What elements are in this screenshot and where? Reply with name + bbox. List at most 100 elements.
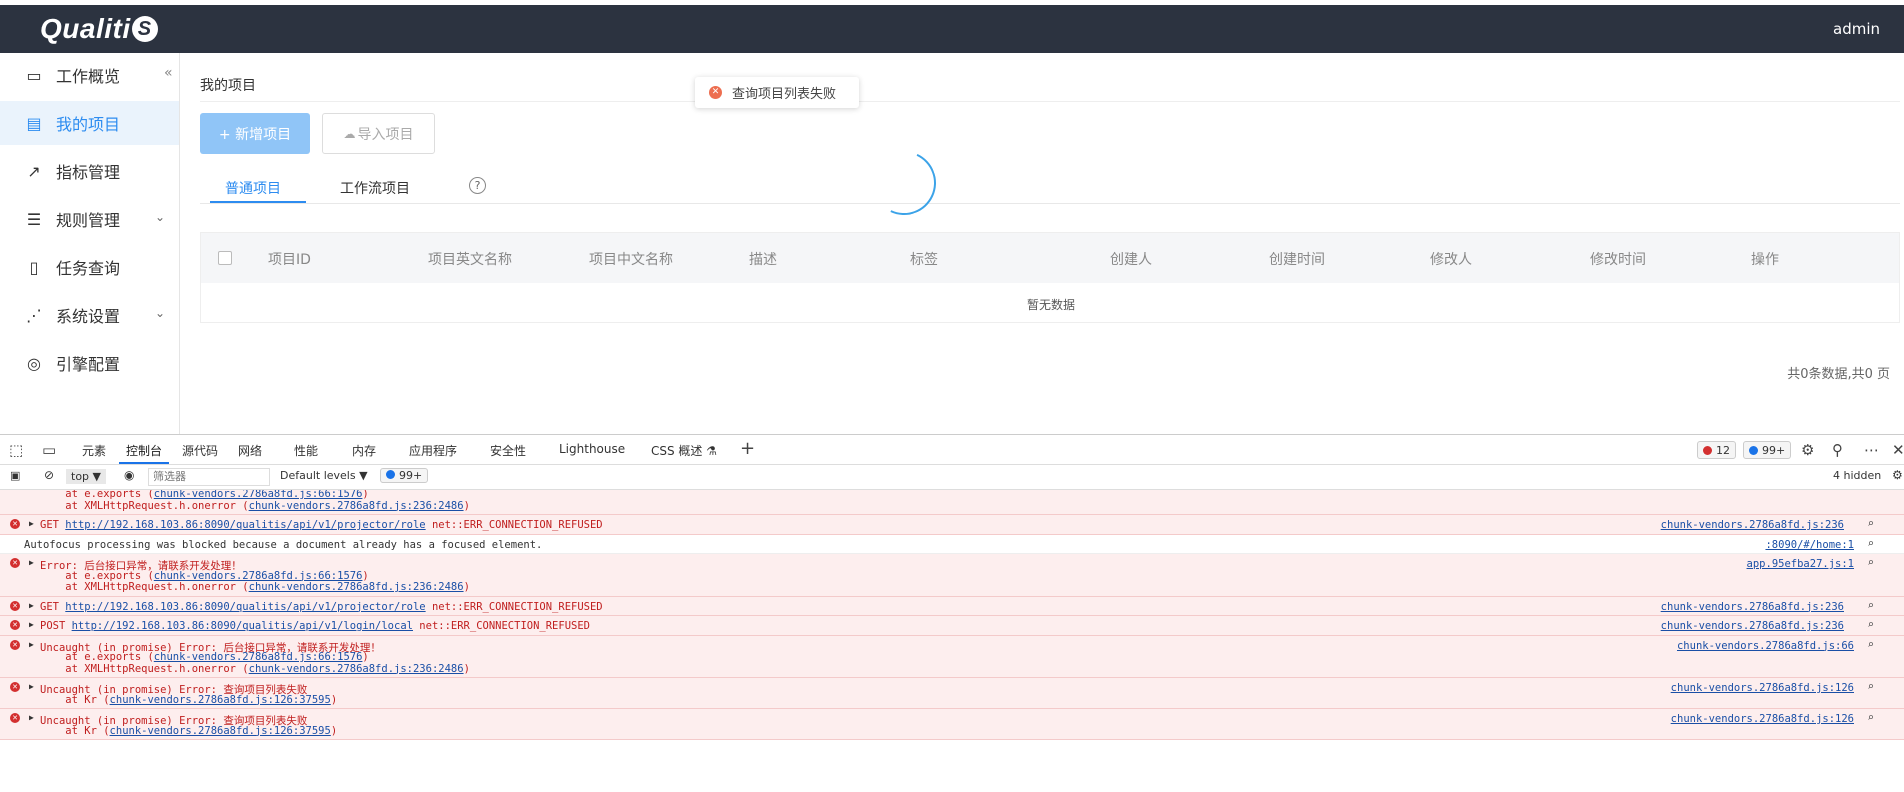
live-expression-eye-icon[interactable]: ◉: [124, 468, 134, 482]
layout-icon: ☰: [26, 209, 42, 229]
search-icon[interactable]: ⌕: [1867, 711, 1874, 724]
log-levels-value: Default levels: [280, 469, 356, 482]
sidebar-item-3[interactable]: ☰ 规则管理 ⌄: [0, 197, 179, 241]
source-link[interactable]: chunk-vendors.2786a8fd.js:126:37595: [110, 725, 331, 737]
sidebar-item-5[interactable]: ⋰ 系统设置 ⌄: [0, 293, 179, 337]
source-link[interactable]: chunk-vendors.2786a8fd.js:66:1576: [154, 490, 363, 500]
console-entry[interactable]: ✕ ▶ GET http://192.168.103.86:8090/qualiti…: [0, 515, 1904, 535]
console-entry[interactable]: ✕ ▶ Uncaught (in promise) Error: 查询项目列表失败 …: [0, 678, 1904, 709]
source-link[interactable]: app.95efba27.js:1: [1747, 558, 1854, 570]
console-log: at e.exports (chunk-vendors.2786a8fd.js:…: [0, 490, 1904, 792]
source-link[interactable]: chunk-vendors.2786a8fd.js:126: [1671, 713, 1854, 725]
search-icon[interactable]: ⌕: [1867, 517, 1874, 530]
source-link[interactable]: chunk-vendors.2786a8fd.js:236: [1661, 601, 1844, 613]
devtools-panel: ⬚ ▭ 元素 控制台 源代码 网络 性能 内存 应用程序 安全性 Lighthouse CSS 概…: [0, 434, 1904, 791]
console-entry[interactable]: at e.exports (chunk-vendors.2786a8fd.js:…: [0, 490, 1904, 515]
devtools-tab[interactable]: CSS 概述 ⚗: [651, 442, 717, 459]
source-link[interactable]: chunk-vendors.2786a8fd.js:236:2486: [249, 663, 464, 675]
devtools-tab[interactable]: Lighthouse: [559, 442, 625, 456]
sidebar-toggle-icon[interactable]: ▣: [10, 469, 20, 482]
sidebar-item-label: 任务查询: [56, 259, 121, 278]
source-link[interactable]: chunk-vendors.2786a8fd.js:236:2486: [249, 500, 464, 512]
source-link[interactable]: http://192.168.103.86:8090/qualitis/api/…: [65, 601, 425, 613]
sidebar-item-6[interactable]: ◎ 引擎配置: [0, 341, 179, 385]
devtools-tab[interactable]: 内存: [352, 442, 376, 459]
sidebar-item-4[interactable]: ▯ 任务查询: [0, 245, 179, 289]
import-project-button[interactable]: ☁ 导入项目: [322, 113, 435, 154]
log-levels-select[interactable]: Default levels ▼: [280, 469, 368, 482]
add-tab-icon[interactable]: +: [740, 438, 755, 459]
divider: [200, 101, 1900, 102]
search-icon[interactable]: ⌕: [1867, 556, 1874, 569]
customize-icon[interactable]: ⚲: [1832, 441, 1843, 459]
devtools-tab[interactable]: 网络: [238, 442, 262, 459]
info-count-badge[interactable]: 99+: [1743, 441, 1792, 459]
console-entry[interactable]: ✕ ▶ POST http://192.168.103.86:8090/qualit…: [0, 616, 1904, 636]
devtools-tab[interactable]: 控制台: [126, 442, 162, 459]
devtools-tab[interactable]: 安全性: [490, 442, 526, 459]
source-link[interactable]: chunk-vendors.2786a8fd.js:126:37595: [110, 694, 331, 706]
tab-normal-projects[interactable]: 普通项目: [225, 178, 281, 198]
search-icon[interactable]: ⌕: [1867, 638, 1874, 651]
expand-triangle-icon[interactable]: ▶: [29, 620, 34, 629]
close-devtools-icon[interactable]: ✕: [1892, 441, 1904, 459]
search-icon[interactable]: ⌕: [1867, 537, 1874, 550]
console-entry[interactable]: ✕ ▶ Uncaught (in promise) Error: 查询项目列表失败 …: [0, 709, 1904, 740]
source-link[interactable]: :8090/#/home:1: [1765, 539, 1854, 551]
error-count-badge[interactable]: 12: [1697, 441, 1736, 459]
sidebar-item-0[interactable]: ▭ 工作概览: [0, 53, 179, 97]
console-entry[interactable]: Autofocus processing was blocked because…: [0, 534, 1904, 554]
console-settings-icon[interactable]: ⚙: [1892, 468, 1903, 482]
source-link[interactable]: http://192.168.103.86:8090/qualitis/api/…: [72, 620, 413, 632]
search-icon[interactable]: ⌕: [1867, 599, 1874, 612]
expand-triangle-icon[interactable]: ▶: [29, 682, 34, 691]
help-icon[interactable]: ?: [469, 177, 486, 194]
source-link[interactable]: chunk-vendors.2786a8fd.js:126: [1671, 682, 1854, 694]
error-icon: ✕: [10, 639, 20, 650]
issues-badge[interactable]: 99+: [380, 468, 429, 483]
sidebar-item-1[interactable]: ▤ 我的项目: [0, 101, 179, 145]
search-icon[interactable]: ⌕: [1867, 618, 1874, 631]
console-entry[interactable]: ✕ ▶ Error: 后台接口异常，请联系开发处理！ at e.exports (c…: [0, 554, 1904, 597]
sidebar-item-label: 引擎配置: [56, 355, 121, 374]
user-menu[interactable]: admin: [1833, 20, 1880, 38]
log-line: POST http://192.168.103.86:8090/qualitis…: [40, 620, 590, 632]
settings-gear-icon[interactable]: ⚙: [1801, 441, 1814, 459]
source-link[interactable]: chunk-vendors.2786a8fd.js:66: [1677, 640, 1854, 652]
expand-triangle-icon[interactable]: ▶: [29, 640, 34, 649]
column-header: 项目英文名称: [428, 252, 512, 268]
devtools-tab[interactable]: 性能: [294, 442, 318, 459]
expand-triangle-icon[interactable]: ▶: [29, 713, 34, 722]
console-entry[interactable]: ✕ ▶ Uncaught (in promise) Error: 后台接口异常，请联…: [0, 635, 1904, 678]
add-project-button[interactable]: + 新增项目: [200, 113, 310, 154]
log-line: at e.exports (chunk-vendors.2786a8fd.js:…: [40, 569, 369, 582]
source-link[interactable]: chunk-vendors.2786a8fd.js:236: [1661, 519, 1844, 531]
sidebar-item-label: 指标管理: [56, 163, 121, 182]
source-link[interactable]: http://192.168.103.86:8090/qualitis/api/…: [65, 519, 425, 531]
context-select[interactable]: top ▼: [66, 469, 106, 484]
tab-workflow-projects[interactable]: 工作流项目: [340, 178, 410, 198]
search-icon[interactable]: ⌕: [1867, 680, 1874, 693]
expand-triangle-icon[interactable]: ▶: [29, 601, 34, 610]
clear-console-icon[interactable]: ⊘: [44, 468, 54, 482]
source-link[interactable]: chunk-vendors.2786a8fd.js:236: [1661, 620, 1844, 632]
source-link[interactable]: chunk-vendors.2786a8fd.js:66:1576: [154, 651, 363, 663]
console-filter-input[interactable]: [148, 468, 270, 486]
source-link[interactable]: chunk-vendors.2786a8fd.js:236:2486: [249, 581, 464, 593]
devtools-tab[interactable]: 源代码: [182, 442, 218, 459]
error-icon: ✕: [10, 519, 20, 529]
inspect-element-icon[interactable]: ⬚: [9, 441, 23, 459]
logo[interactable]: Qualiti S: [40, 13, 158, 45]
error-icon: ✕: [709, 86, 722, 99]
expand-triangle-icon[interactable]: ▶: [29, 558, 34, 567]
column-header: 操作: [1751, 252, 1779, 268]
console-entry[interactable]: ✕ ▶ GET http://192.168.103.86:8090/qualiti…: [0, 596, 1904, 616]
devtools-tab[interactable]: 元素: [82, 442, 106, 459]
sidebar-item-2[interactable]: ↗ 指标管理: [0, 149, 179, 193]
device-toolbar-icon[interactable]: ▭: [42, 441, 56, 459]
devtools-tab[interactable]: 应用程序: [409, 442, 457, 459]
more-options-icon[interactable]: ⋯: [1864, 441, 1879, 459]
source-link[interactable]: chunk-vendors.2786a8fd.js:66:1576: [154, 570, 363, 582]
select-all-checkbox[interactable]: [218, 251, 232, 265]
expand-triangle-icon[interactable]: ▶: [29, 519, 34, 528]
